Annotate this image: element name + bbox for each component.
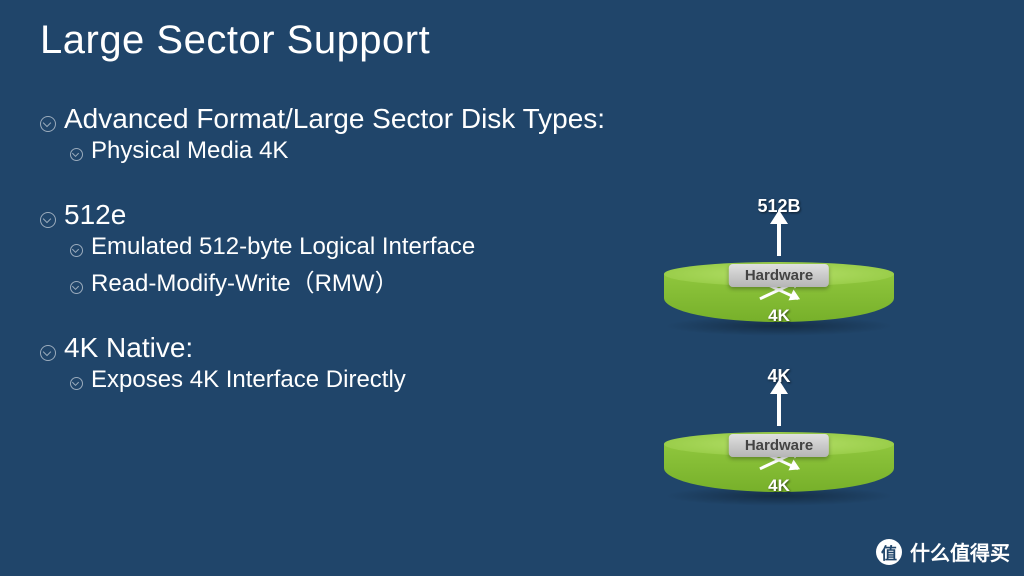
arrow-up-icon xyxy=(777,390,781,426)
bullet-text: Emulated 512-byte Logical Interface xyxy=(91,233,475,261)
bullet-level2: Exposes 4K Interface Directly xyxy=(70,366,610,394)
bullet-level1: 512e xyxy=(40,199,610,231)
slide-title: Large Sector Support xyxy=(0,0,1024,63)
watermark-text: 什么值得买 xyxy=(910,537,1010,566)
bullet-text: Read-Modify-Write（RMW） xyxy=(91,263,399,298)
bullet-text: Physical Media 4K xyxy=(91,137,288,165)
watermark: 值 什么值得买 xyxy=(876,537,1010,566)
diagram-4k-native: 4K Hardware 4K xyxy=(664,366,894,526)
diagram-512e: 512B Hardware 4K xyxy=(664,196,894,356)
bullet-icon xyxy=(40,212,56,228)
bullet-icon xyxy=(70,377,83,390)
watermark-badge-icon: 值 xyxy=(876,539,902,565)
bullet-icon xyxy=(70,148,83,161)
bullet-icon xyxy=(70,281,83,294)
bullet-text: Advanced Format/Large Sector Disk Types: xyxy=(64,103,605,135)
bullet-text: 512e xyxy=(64,199,126,231)
bullet-text: Exposes 4K Interface Directly xyxy=(91,366,406,394)
diagram-bottom-label: 4K xyxy=(768,476,790,496)
arrow-up-icon xyxy=(777,220,781,256)
bullet-icon xyxy=(40,116,56,132)
content-area: Advanced Format/Large Sector Disk Types:… xyxy=(0,63,610,394)
bullet-level2: Read-Modify-Write（RMW） xyxy=(70,263,610,298)
diagrams-container: 512B Hardware 4K 4K Hardware 4K xyxy=(664,196,894,536)
bullet-icon xyxy=(40,345,56,361)
bullet-level1: Advanced Format/Large Sector Disk Types: xyxy=(40,103,610,135)
bullet-level2: Physical Media 4K xyxy=(70,137,610,165)
bullet-level1: 4K Native: xyxy=(40,332,610,364)
bullet-level2: Emulated 512-byte Logical Interface xyxy=(70,233,610,261)
bullet-icon xyxy=(70,244,83,257)
hardware-label: Hardware xyxy=(729,434,829,457)
hardware-label: Hardware xyxy=(729,264,829,287)
diagram-bottom-label: 4K xyxy=(768,306,790,326)
bullet-text: 4K Native: xyxy=(64,332,193,364)
